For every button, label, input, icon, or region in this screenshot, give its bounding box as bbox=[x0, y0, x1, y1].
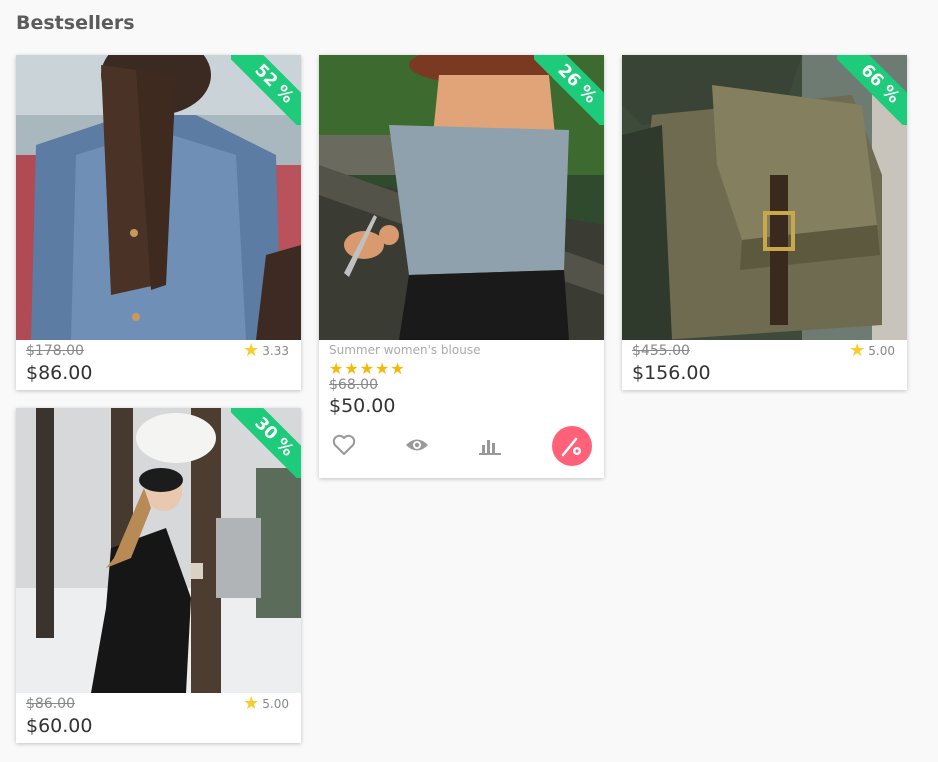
discount-badge: 26 % bbox=[534, 55, 604, 125]
rating-value: 5.00 bbox=[262, 697, 289, 711]
product-image[interactable]: 30 % bbox=[16, 408, 301, 693]
product-image[interactable]: 52 % bbox=[16, 55, 301, 340]
product-card[interactable]: 30 % $86.00 ★ 5.00 $60.00 bbox=[16, 408, 301, 743]
price: $86.00 bbox=[26, 362, 93, 384]
quick-view-button[interactable] bbox=[404, 432, 430, 458]
price: $50.00 bbox=[329, 395, 396, 417]
rating: ★ 5.00 bbox=[243, 693, 289, 714]
star-icon: ★ bbox=[243, 693, 260, 714]
rating: ★ 5.00 bbox=[849, 340, 895, 361]
discount-badge: 66 % bbox=[837, 55, 907, 125]
page-title: Bestsellers bbox=[16, 12, 135, 34]
product-card[interactable]: 26 % Summer women's blouse ★★★★★ $68.00 … bbox=[319, 55, 604, 478]
product-image[interactable]: 66 % bbox=[622, 55, 907, 340]
rating-value: 5.00 bbox=[868, 344, 895, 358]
product-card[interactable]: 66 % $455.00 ★ 5.00 $156.00 bbox=[622, 55, 907, 390]
rating: ★ 3.33 bbox=[243, 340, 289, 361]
discount-badge: 52 % bbox=[231, 55, 301, 125]
product-name[interactable]: Summer women's blouse bbox=[329, 343, 480, 357]
rating-value: 3.33 bbox=[262, 344, 289, 358]
stats-button[interactable] bbox=[477, 432, 503, 458]
price: $60.00 bbox=[26, 715, 93, 737]
product-image[interactable]: 26 % bbox=[319, 55, 604, 340]
star-icon: ★ bbox=[849, 340, 866, 361]
old-price: $455.00 bbox=[632, 343, 690, 359]
settings-fab-button[interactable] bbox=[552, 426, 592, 466]
product-card[interactable]: 52 % $178.00 ★ 3.33 $86.00 bbox=[16, 55, 301, 390]
old-price: $178.00 bbox=[26, 343, 84, 359]
old-price: $68.00 bbox=[329, 377, 378, 393]
settings-fab-icon bbox=[561, 437, 581, 457]
stats-icon bbox=[479, 440, 501, 455]
eye-icon bbox=[406, 439, 428, 451]
discount-badge: 30 % bbox=[231, 408, 301, 478]
rating-stars: ★★★★★ bbox=[329, 359, 406, 378]
price: $156.00 bbox=[632, 362, 711, 384]
old-price: $86.00 bbox=[26, 696, 75, 712]
star-icon: ★ bbox=[243, 340, 260, 361]
heart-icon bbox=[332, 434, 356, 455]
wishlist-button[interactable] bbox=[331, 432, 357, 458]
